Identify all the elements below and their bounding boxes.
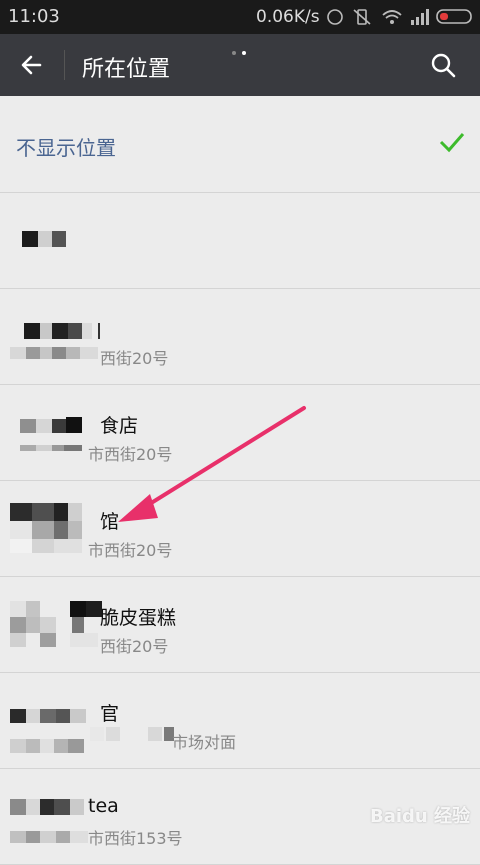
battery-icon [436, 9, 472, 24]
location-item[interactable]: 西街20号 [0, 289, 480, 385]
location-item[interactable]: 食店 市西街20号 [0, 385, 480, 481]
sync-icon [327, 9, 343, 25]
page-dots [232, 40, 252, 59]
location-item[interactable]: 馆 市西街20号 [0, 481, 480, 577]
page-title: 所在位置 [82, 57, 171, 82]
appbar-divider [64, 50, 65, 80]
location-name: tea [88, 795, 119, 817]
network-speed: 0.06K/s [256, 7, 320, 27]
location-address: 市场对面 [172, 733, 237, 752]
vibrate-mute-icon [353, 9, 371, 25]
search-icon[interactable] [430, 52, 456, 78]
location-name: 脆皮蛋糕 [100, 607, 177, 629]
location-item[interactable]: 脆皮蛋糕 西街20号 [0, 577, 480, 673]
back-arrow-icon[interactable] [18, 51, 46, 79]
location-address: 市西街20号 [88, 445, 173, 464]
location-item[interactable] [0, 193, 480, 289]
hide-location-label: 不显示位置 [16, 136, 116, 160]
wifi-icon [382, 10, 402, 24]
checkmark-icon [439, 133, 465, 153]
location-name: 馆 [100, 511, 120, 533]
location-address: 市西街20号 [88, 541, 173, 560]
status-time: 11:03 [8, 6, 60, 27]
location-list: 不显示位置 西街20号 食店 市西街20号 馆 市西街20号 脆皮蛋糕 西街20… [0, 96, 480, 865]
watermark: Baidu 经验 [370, 806, 471, 827]
app-bar: 所在位置 [0, 34, 480, 96]
signal-icon [411, 9, 429, 25]
location-name: 食店 [100, 415, 139, 437]
status-bar: 11:03 0.06K/s [0, 0, 480, 34]
location-item[interactable]: 官 市场对面 [0, 673, 480, 769]
location-name: 官 [100, 703, 120, 725]
location-address: 西街20号 [100, 637, 169, 656]
hide-location-option[interactable]: 不显示位置 [0, 96, 480, 193]
location-address: 市西街153号 [88, 829, 183, 848]
location-address: 西街20号 [100, 349, 169, 368]
